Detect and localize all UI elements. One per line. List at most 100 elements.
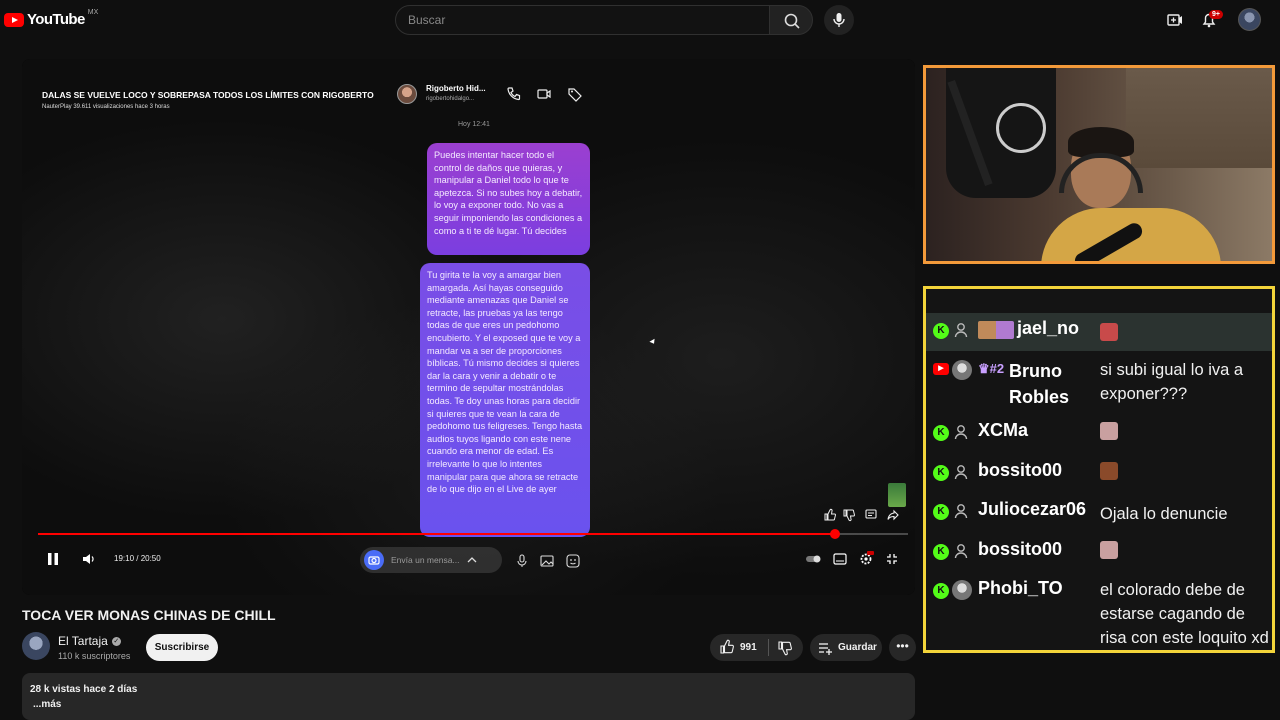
chat-emote-icon — [1100, 286, 1118, 288]
description-box[interactable] — [22, 673, 915, 720]
subscriber-count: 110 k suscriptores — [58, 651, 131, 661]
dislike-icon[interactable] — [777, 640, 793, 656]
overlay-thumbnail — [888, 483, 906, 507]
rank-badge-icon: ♛#2 — [978, 361, 1005, 376]
chat-username: Bruno Robles — [1009, 361, 1070, 407]
description-more-link[interactable]: ...más — [33, 699, 61, 710]
chat-message: Kbossito00 — [926, 456, 1272, 492]
dm-message-placeholder: Envía un mensa... — [391, 555, 460, 565]
autoplay-toggle[interactable] — [805, 551, 821, 567]
chat-username: bossito00 — [978, 539, 1063, 559]
chat-message: K Juliocezar06 Ojala lo denuncie — [926, 495, 1272, 531]
chat-message-text: Ojala lo denuncie — [1100, 505, 1228, 523]
dm-bubble-1: Puedes intentar hacer todo el control de… — [427, 143, 590, 255]
dm-contact-handle: rigobertohidalgo... — [426, 96, 475, 102]
chat-message: ▶ ♛#2 Bruno Robles si subi igual lo iva a e… — [926, 353, 1272, 413]
dm-timestamp: Hoy 12:41 — [458, 121, 490, 128]
chat-username: XCMa — [978, 420, 1029, 440]
settings-icon[interactable] — [858, 551, 874, 567]
volume-icon[interactable] — [81, 551, 97, 567]
chat-username: bossito00 — [978, 286, 1062, 289]
chat-avatar-icon — [954, 322, 968, 338]
chat-overlay: Kbossito00Kjael_no▶♛#2Bruno Roblessi sub… — [923, 286, 1275, 653]
phone-icon — [507, 87, 521, 101]
chat-username: Juliocezar06 — [978, 499, 1087, 519]
search-icon — [784, 13, 800, 29]
camera-icon — [364, 550, 384, 570]
progress-fill — [38, 533, 835, 535]
tag-icon — [568, 88, 582, 102]
embedded-video-title: DALAS SE VUELVE LOCO Y SOBREPASA TODOS L… — [42, 90, 374, 100]
dm-mic-icon — [517, 554, 527, 567]
chat-avatar-icon — [954, 286, 968, 288]
search-input[interactable]: Buscar — [395, 5, 770, 35]
chat-username: bossito00 — [978, 460, 1063, 480]
mic-icon — [833, 13, 845, 27]
chat-avatar-icon — [952, 360, 972, 380]
voice-search-button[interactable] — [824, 5, 854, 35]
playlist-add-icon — [819, 643, 832, 655]
like-video-icon[interactable] — [822, 507, 838, 523]
video-call-icon — [537, 89, 551, 99]
create-icon[interactable] — [1165, 10, 1185, 30]
progress-scrubber[interactable] — [829, 529, 840, 539]
subscribe-button[interactable]: Suscribirse — [146, 634, 218, 661]
dislike-video-icon[interactable] — [841, 507, 857, 523]
more-actions-button[interactable]: ••• — [889, 634, 916, 661]
chat-avatar-icon — [954, 464, 968, 480]
chat-message: K Phobi_TO el colorado debe de estarse cag… — [926, 574, 1272, 650]
chat-avatar-icon — [954, 503, 968, 519]
logo-country: MX — [87, 9, 99, 16]
sticker-icon — [566, 554, 580, 568]
kick-icon: K — [933, 286, 949, 289]
youtube-play-icon — [4, 12, 24, 27]
subtitles-icon[interactable] — [832, 551, 848, 567]
top-bar: YouTube MX Buscar 9+ — [0, 0, 1280, 40]
chat-avatar-icon — [954, 424, 968, 440]
more-icon: ••• — [896, 639, 909, 653]
logo-word: YouTube — [27, 11, 85, 28]
kick-icon: K — [933, 583, 949, 599]
embedded-video-meta: NauterPlay 39.611 visualizaciones hace 3… — [42, 104, 170, 110]
chat-emote-icon — [1100, 462, 1118, 480]
image-icon — [540, 555, 554, 567]
kick-icon: K — [933, 323, 949, 339]
like-count: 991 — [740, 642, 757, 653]
dm-avatar — [397, 84, 417, 104]
progress-bar[interactable] — [38, 529, 908, 539]
youtube-logo[interactable]: YouTube MX — [4, 9, 99, 28]
channel-name[interactable]: El Tartaja ✓ — [58, 634, 121, 648]
like-divider — [768, 639, 769, 656]
kick-icon: K — [933, 504, 949, 520]
chat-message-text: el colorado debe de estarse cagando de r… — [1100, 581, 1269, 647]
comments-icon[interactable] — [863, 507, 879, 523]
time-display: 19:10 / 20:50 — [114, 554, 161, 563]
chat-badges-icon — [978, 321, 1014, 339]
chat-username: Phobi_TO — [978, 578, 1063, 598]
search-button[interactable] — [769, 5, 813, 35]
chat-emote-icon — [1100, 422, 1118, 440]
video-player[interactable]: DALAS SE VUELVE LOCO Y SOBREPASA TODOS L… — [22, 59, 915, 595]
chat-username: jael_no — [1017, 318, 1080, 338]
kick-icon: K — [933, 425, 949, 441]
kick-icon: K — [933, 465, 949, 481]
like-icon[interactable] — [719, 639, 735, 655]
notification-badge: 9+ — [1209, 10, 1223, 19]
webcam-person — [1041, 127, 1221, 261]
dm-bubble-2: Tu girita te la voy a amargar bien amarg… — [420, 263, 590, 537]
webcam-jacket — [946, 68, 1056, 198]
kick-icon: K — [933, 544, 949, 560]
youtube-icon: ▶ — [933, 363, 949, 375]
chat-message: Kjael_no — [926, 313, 1272, 351]
chat-message: Kbossito00 — [926, 535, 1272, 571]
chat-emote-icon — [1100, 541, 1118, 559]
channel-avatar[interactable] — [22, 632, 50, 660]
pause-icon[interactable] — [45, 551, 61, 567]
chat-message: Kbossito00 — [926, 286, 1272, 309]
share-icon[interactable] — [885, 507, 901, 523]
chat-message: K XCMa — [926, 416, 1272, 452]
page-video-title: TOCA VER MONAS CHINAS DE CHILL — [22, 607, 276, 623]
chat-avatar-icon — [954, 543, 968, 559]
account-avatar[interactable] — [1238, 8, 1261, 31]
exit-fullscreen-icon[interactable] — [884, 551, 900, 567]
